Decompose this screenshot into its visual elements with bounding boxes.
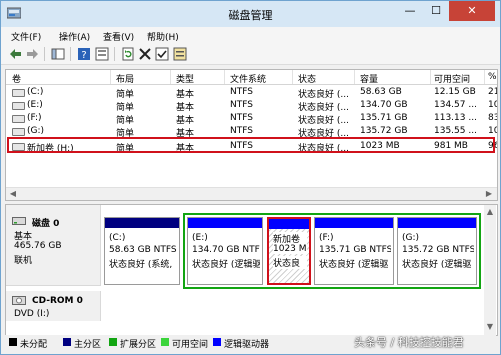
svg-text:?: ? xyxy=(81,50,86,61)
disk-management-window: 磁盘管理 — ☐ ✕ 文件(F) 操作(A) 查看(V) 帮助(H) ? 卷 布… xyxy=(0,0,501,355)
legend-swatch-extended xyxy=(109,338,117,346)
cdrom0-name: CD-ROM 0 xyxy=(32,296,83,306)
refresh-icon[interactable] xyxy=(121,47,135,61)
check-icon[interactable] xyxy=(155,47,169,61)
scroll-left-icon[interactable]: ◀ xyxy=(8,189,18,199)
show-hide-tree-icon[interactable] xyxy=(51,47,65,61)
disk-graph-pane: 磁盘 0 基本 465.76 GB 联机 (C:) 58.63 GB NTFS … xyxy=(5,204,498,336)
minimize-button[interactable]: — xyxy=(397,1,423,21)
back-arrow-icon[interactable] xyxy=(9,47,23,61)
menu-help[interactable]: 帮助(H) xyxy=(147,30,179,43)
watermark: 头条号 / 科技控技能君 xyxy=(354,336,464,349)
legend-swatch-primary xyxy=(63,338,71,346)
delete-icon[interactable] xyxy=(138,47,152,61)
disk0-name: 磁盘 0 xyxy=(32,219,60,229)
col-percent[interactable]: % xyxy=(488,72,497,82)
disk0-label[interactable]: 磁盘 0 基本 465.76 GB 联机 xyxy=(6,205,101,286)
col-volume[interactable]: 卷 xyxy=(12,72,21,85)
col-filesystem[interactable]: 文件系统 xyxy=(230,72,266,85)
legend-swatch-unallocated xyxy=(9,338,17,346)
menu-file[interactable]: 文件(F) xyxy=(11,30,41,43)
horizontal-scrollbar[interactable]: ◀ ▶ xyxy=(6,187,497,200)
drive-icon xyxy=(12,128,25,136)
partition-h-new-volume[interactable]: 新加卷 1023 M 状态良 xyxy=(267,217,311,285)
partition-f[interactable]: (F:) 135.71 GB NTFS 状态良好 (逻辑驱 xyxy=(314,217,394,285)
col-status[interactable]: 状态 xyxy=(298,72,316,85)
help-icon[interactable]: ? xyxy=(77,47,91,61)
drive-icon xyxy=(12,102,25,110)
disk0-status: 联机 xyxy=(14,256,33,266)
vertical-scrollbar[interactable]: ▲ ▼ xyxy=(484,205,496,335)
drive-icon xyxy=(12,89,25,97)
legend-swatch-logical xyxy=(213,338,221,346)
disk0-size: 465.76 GB xyxy=(14,241,62,251)
title-bar[interactable]: 磁盘管理 — ☐ ✕ xyxy=(1,1,500,27)
drive-icon xyxy=(12,115,25,123)
cdrom0-type: DVD (I:) xyxy=(14,309,50,319)
col-type[interactable]: 类型 xyxy=(176,72,194,85)
menu-view[interactable]: 查看(V) xyxy=(103,30,134,43)
close-button[interactable]: ✕ xyxy=(449,1,495,21)
volume-row-f[interactable]: (F:) 简单 基本 NTFS 状态良好 (... 135.71 GB 113.… xyxy=(6,111,497,126)
volume-row-c[interactable]: (C:) 简单 基本 NTFS 状态良好 (... 58.63 GB 12.15… xyxy=(6,85,497,100)
col-free-space[interactable]: 可用空间 xyxy=(434,72,470,85)
menu-bar: 文件(F) 操作(A) 查看(V) 帮助(H) xyxy=(1,27,500,44)
col-capacity[interactable]: 容量 xyxy=(360,72,378,85)
maximize-button[interactable]: ☐ xyxy=(423,1,449,21)
toolbar: ? xyxy=(1,44,500,65)
partition-g[interactable]: (G:) 135.72 GB NTFS 状态良好 (逻辑驱 xyxy=(397,217,477,285)
scroll-up-icon[interactable]: ▲ xyxy=(485,207,495,217)
menu-action[interactable]: 操作(A) xyxy=(59,30,90,43)
cdrom0-label[interactable]: CD-ROM 0 DVD (I:) xyxy=(6,291,101,321)
volume-row-e[interactable]: (E:) 简单 基本 NTFS 状态良好 (... 134.70 GB 134.… xyxy=(6,98,497,113)
volume-row-g[interactable]: (G:) 简单 基本 NTFS 状态良好 (... 135.72 GB 135.… xyxy=(6,124,497,139)
selected-volume-highlight xyxy=(7,137,495,153)
scroll-right-icon[interactable]: ▶ xyxy=(484,189,494,199)
partition-c[interactable]: (C:) 58.63 GB NTFS 状态良好 (系统, xyxy=(104,217,180,285)
partition-e[interactable]: (E:) 134.70 GB NTFS 状态良好 (逻辑驱 xyxy=(187,217,263,285)
forward-arrow-icon[interactable] xyxy=(25,47,39,61)
cdrom-icon xyxy=(12,296,26,305)
hard-disk-icon xyxy=(12,217,26,225)
scroll-down-icon[interactable]: ▼ xyxy=(485,322,495,332)
settings-list-icon[interactable] xyxy=(173,47,187,61)
col-layout[interactable]: 布局 xyxy=(116,72,134,85)
legend-swatch-free xyxy=(161,338,169,346)
properties-icon[interactable] xyxy=(95,47,109,61)
volume-list: 卷 布局 类型 文件系统 状态 容量 可用空间 % (C:) 简单 基本 NTF… xyxy=(5,69,498,201)
column-header: 卷 布局 类型 文件系统 状态 容量 可用空间 % xyxy=(6,70,497,85)
